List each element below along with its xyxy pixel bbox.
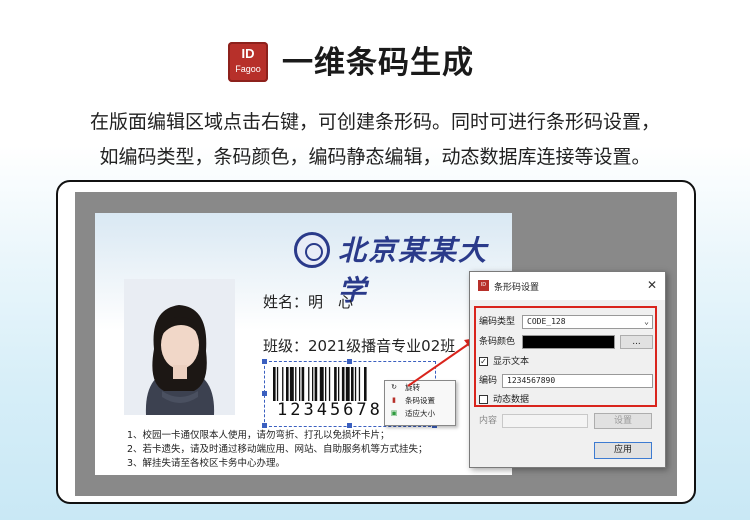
description-line-1: 在版面编辑区域点击右键，可创建条形码。同时可进行条形码设置， bbox=[89, 111, 660, 133]
apply-button[interactable]: 应用 bbox=[594, 442, 652, 459]
resize-handle[interactable] bbox=[262, 423, 267, 428]
menu-item-label: 适应大小 bbox=[405, 409, 435, 418]
note-line: 2、若卡遗失，请及时通过移动端应用、网站、自助服务机等方式挂失； bbox=[127, 444, 428, 455]
barcode-icon: ▮ bbox=[392, 396, 396, 404]
set-button[interactable]: 设置 bbox=[594, 413, 652, 429]
app-icon: ID bbox=[478, 280, 489, 291]
settings-highlight bbox=[474, 306, 657, 407]
note-line: 3、解挂失请至各校区卡务中心办理。 bbox=[127, 458, 286, 469]
header: ID Fagoo 一维条码生成 bbox=[0, 40, 750, 92]
portrait-photo[interactable] bbox=[124, 279, 235, 415]
card-notes: 1、校园一卡通仅限本人使用，请勿弯折、打孔以免损坏卡片； 2、若卡遗失，请及时通… bbox=[127, 429, 428, 471]
resize-handle[interactable] bbox=[262, 359, 267, 364]
logo-line-2: Fagoo bbox=[235, 64, 261, 74]
university-emblem-icon bbox=[294, 232, 330, 268]
resize-handle[interactable] bbox=[347, 359, 352, 364]
resize-handle[interactable] bbox=[347, 423, 352, 428]
menu-item-barcode-settings[interactable]: ▮ 条码设置 bbox=[385, 394, 455, 407]
page-title: 一维条码生成 bbox=[282, 45, 474, 81]
name-field[interactable]: 姓名：明 心 bbox=[263, 291, 353, 312]
portrait-image bbox=[124, 279, 235, 415]
content-label: 内容 bbox=[479, 416, 498, 426]
class-field[interactable]: 班级：2021级播音专业02班 bbox=[263, 335, 455, 356]
note-line: 1、校园一卡通仅限本人使用，请勿弯折、打孔以免损坏卡片； bbox=[127, 430, 390, 441]
fagoo-logo: ID Fagoo bbox=[228, 42, 268, 82]
dialog-titlebar[interactable]: ID 条形码设置 ✕ bbox=[470, 272, 665, 300]
rotate-icon: ↻ bbox=[391, 383, 397, 391]
resize-handle[interactable] bbox=[262, 391, 267, 396]
menu-item-fit-size[interactable]: ▣ 适应大小 bbox=[385, 407, 455, 420]
close-icon[interactable]: ✕ bbox=[647, 278, 657, 292]
content-input[interactable] bbox=[502, 414, 588, 428]
dialog-title: 条形码设置 bbox=[494, 283, 540, 293]
menu-item-label: 条码设置 bbox=[405, 396, 435, 405]
context-menu: ↻ 旋转 ▮ 条码设置 ▣ 适应大小 bbox=[384, 380, 456, 426]
menu-item-rotate[interactable]: ↻ 旋转 bbox=[385, 381, 455, 394]
menu-item-label: 旋转 bbox=[405, 383, 420, 392]
id-card[interactable]: 北京某某大学 姓名：明 心 班级：2021级播音专业02班 12345678 1… bbox=[95, 213, 512, 475]
logo-line-1: ID bbox=[241, 46, 255, 61]
description-line-2: 如编码类型，条码颜色，编码静态编辑，动态数据库连接等设置。 bbox=[99, 146, 651, 168]
barcode-digits: 12345678 bbox=[277, 400, 383, 420]
fit-size-icon: ▣ bbox=[390, 409, 398, 417]
